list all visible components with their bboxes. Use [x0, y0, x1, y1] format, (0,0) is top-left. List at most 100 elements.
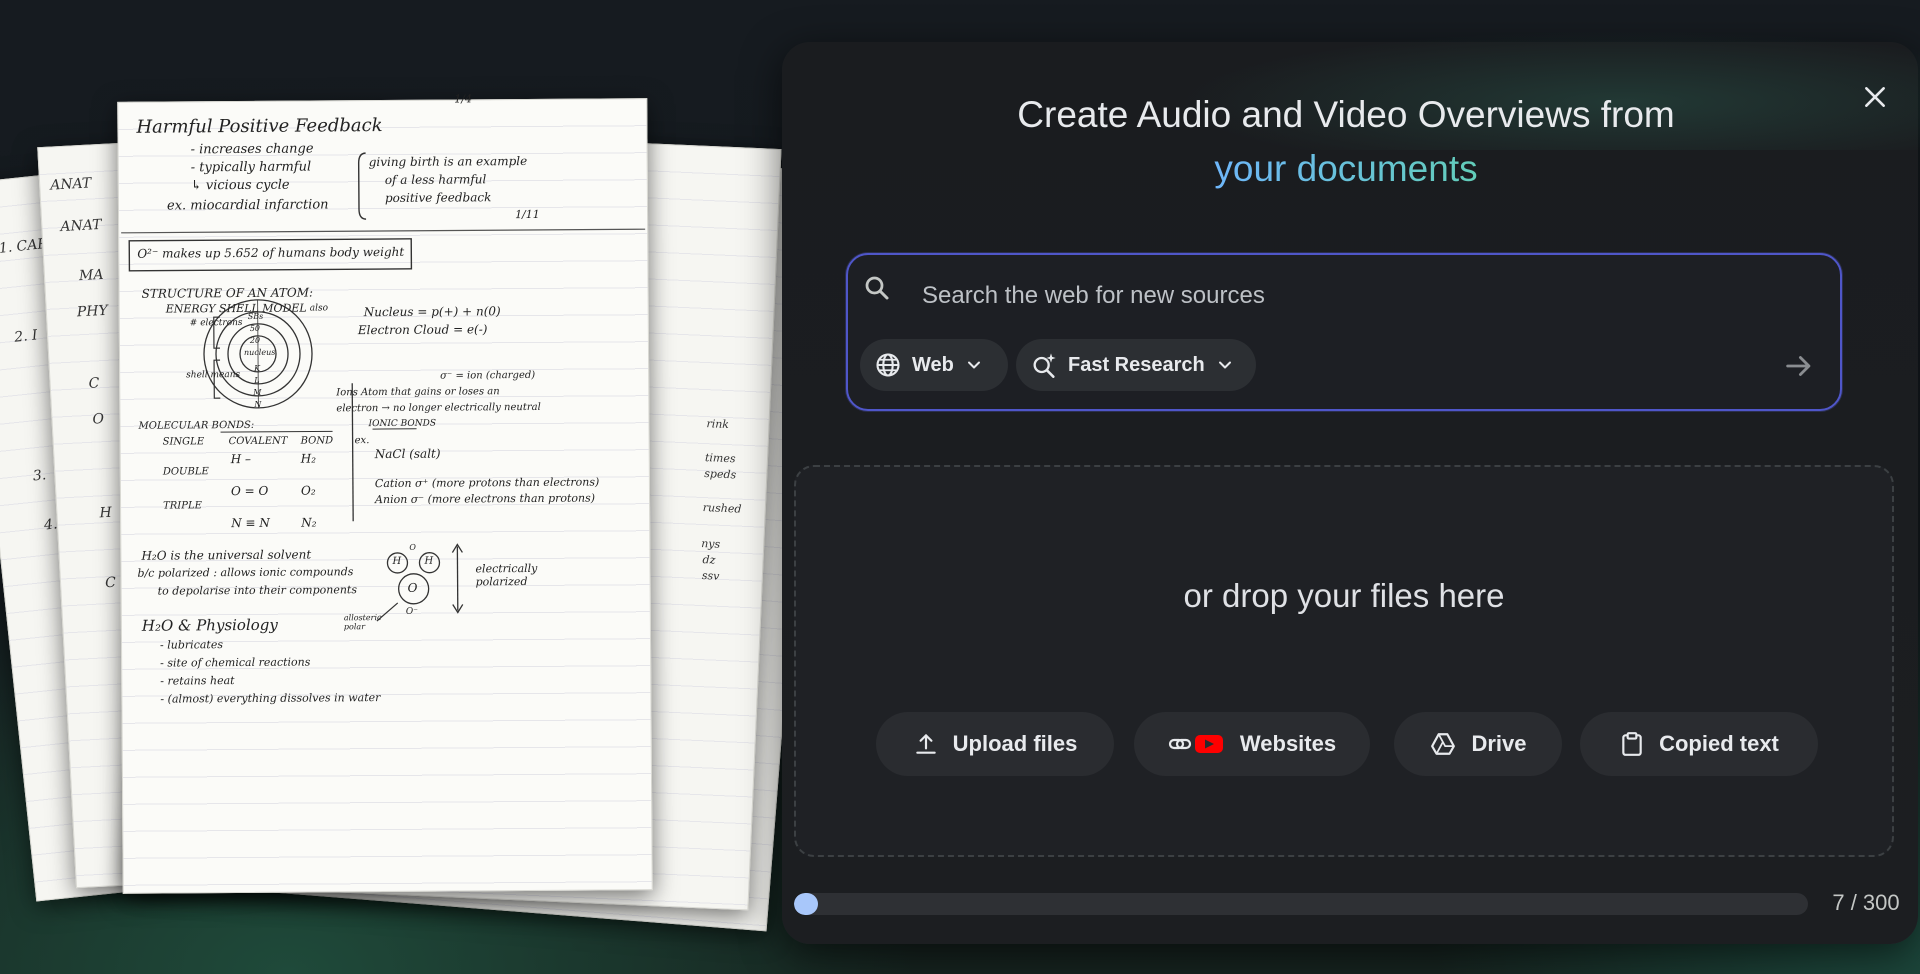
drop-zone-text: or drop your files here	[1183, 577, 1505, 614]
drive-icon	[1431, 733, 1456, 755]
globe-icon	[876, 353, 900, 377]
drive-button[interactable]: Drive	[1394, 712, 1562, 776]
margin-code: C	[104, 574, 117, 592]
margin-code: times	[704, 451, 736, 466]
notes-right-note: of a less harmful	[384, 172, 487, 187]
chevron-down-icon	[1218, 361, 1231, 369]
notes-stack: 1. CAR 2. I 3. 4. 2. EF * ANAT ANAT MA P…	[0, 70, 827, 932]
clipboard-icon	[1622, 732, 1642, 756]
margin-code: C	[88, 375, 100, 392]
margin-code: 3.	[32, 467, 48, 485]
bonds-cell: O₂	[300, 483, 316, 498]
margin-code: speds	[704, 467, 737, 482]
bonds-cell: TRIPLE	[163, 500, 202, 512]
notes-page-front: Harmful Positive Feedback 1/4 - increase…	[117, 92, 653, 894]
notes-line: Electron Cloud = e(-)	[357, 322, 488, 338]
notes-heading: H₂O & Physiology	[141, 615, 278, 635]
upload-files-label: Upload files	[952, 731, 1078, 756]
dialog-title: Create Audio and Video Overviews from yo…	[846, 88, 1846, 196]
notes-label: shell means	[186, 370, 241, 381]
notes-line: Cation σ⁺ (more protons than electrons)	[374, 475, 600, 491]
margin-code: MA	[78, 266, 104, 285]
margin-code: ssv	[701, 569, 720, 583]
notes-title: Harmful Positive Feedback	[136, 115, 383, 138]
web-search-box: Web Fast Research	[846, 253, 1842, 411]
bonds-cell: DOUBLE	[162, 466, 209, 478]
source-type-label: Web	[912, 353, 954, 376]
atom-shell-label: 50	[249, 323, 261, 333]
bonds-cell: N₂	[301, 515, 317, 530]
margin-code: H	[99, 504, 113, 522]
source-type-dropdown[interactable]: Web	[860, 339, 1008, 391]
search-input[interactable]	[920, 277, 1764, 315]
dialog-title-line1: Create Audio and Video Overviews from	[1017, 94, 1675, 135]
atom-shell-label: K	[254, 363, 261, 373]
notes-line: - typically harmful	[190, 159, 312, 176]
margin-code: rushed	[702, 501, 742, 516]
atom-shell-label: SBs	[247, 311, 264, 321]
notes-list-item: - (almost) everything dissolves in water	[160, 691, 381, 706]
atom-shell-label: N	[254, 399, 262, 409]
notes-heading: STRUCTURE OF AN ATOM:	[141, 285, 314, 301]
notes-line: NaCl (salt)	[374, 446, 441, 462]
atom-shell-label: nucleus	[243, 347, 276, 357]
atom-shell-label: 20	[249, 335, 261, 345]
drive-label: Drive	[1471, 731, 1527, 756]
water-label: O⁻	[405, 606, 418, 617]
copied-text-label: Copied text	[1659, 731, 1779, 756]
bonds-cell: H –	[230, 451, 252, 467]
notes-line: - increases change	[190, 141, 314, 158]
research-mode-dropdown[interactable]: Fast Research	[1016, 339, 1256, 391]
notes-page-mark: 1/11	[514, 207, 540, 222]
bonds-header: COVALENT	[228, 435, 288, 448]
notes-label: # electrons	[189, 317, 243, 329]
notes-right-note: positive feedback	[384, 190, 492, 205]
notes-list-item: - lubricates	[159, 638, 224, 652]
water-label: allosteric polar	[343, 613, 382, 632]
notes-line: b/c polarized : allows ionic compounds	[137, 565, 354, 580]
margin-code: PHY	[76, 302, 109, 321]
bonds-header: BOND	[300, 435, 334, 447]
research-sparkle-icon	[1033, 353, 1056, 378]
websites-label: Websites	[1239, 731, 1337, 756]
file-drop-zone[interactable]: or drop your files here Upload files Web…	[794, 465, 1894, 857]
atom-shell-label: also	[309, 303, 329, 314]
margin-code: ANAT	[49, 175, 92, 194]
arrow-right-icon[interactable]	[1782, 349, 1816, 383]
link-youtube-icon	[1168, 735, 1223, 753]
notes-subheading: ENERGY SHELL MODEL	[165, 301, 307, 316]
close-icon	[1865, 87, 1885, 107]
notes-line: ↳ vicious cycle	[190, 177, 290, 194]
notes-top-mark: 1/4	[454, 92, 472, 106]
notes-box-note: O²⁻ makes up 5.652 of humans body weight	[137, 244, 405, 261]
notes-line: σ⁻ = ion (charged)	[440, 369, 536, 382]
atom-shell-label: M	[253, 387, 262, 397]
bonds-header: SINGLE	[162, 436, 205, 448]
atom-shell-label: L	[254, 375, 260, 385]
chevron-down-icon	[967, 361, 980, 369]
water-label: O	[409, 542, 416, 552]
copied-text-button[interactable]: Copied text	[1580, 712, 1818, 776]
notes-line: electrically polarized	[475, 561, 538, 589]
water-label: H	[424, 555, 434, 567]
notes-line: H₂O is the universal solvent	[141, 547, 312, 563]
close-button[interactable]	[1856, 78, 1894, 116]
upload-files-button[interactable]: Upload files	[876, 712, 1114, 776]
dialog-title-accent: your documents	[846, 142, 1846, 196]
water-label: O	[407, 580, 418, 595]
margin-code: nys	[700, 537, 721, 551]
bonds-cell: O = O	[230, 483, 269, 499]
notes-line: Nucleus = p(+) + n(0)	[363, 304, 501, 320]
water-label: H	[392, 555, 402, 567]
notes-list-item: - retains heat	[160, 674, 235, 688]
notes-heading: MOLECULAR BONDS:	[138, 419, 255, 432]
notes-right-note: giving birth is an example	[368, 153, 528, 170]
notes-list-item: - site of chemical reactions	[160, 655, 311, 670]
notes-line: electron → no longer electrically neutra…	[336, 401, 541, 415]
upload-icon	[915, 734, 936, 754]
margin-code: rink	[706, 417, 730, 432]
margin-code: dz	[702, 553, 716, 567]
websites-button[interactable]: Websites	[1134, 712, 1370, 776]
notes-line: to depolarise into their components	[157, 583, 358, 598]
bonds-cell: N ≡ N	[231, 515, 270, 531]
